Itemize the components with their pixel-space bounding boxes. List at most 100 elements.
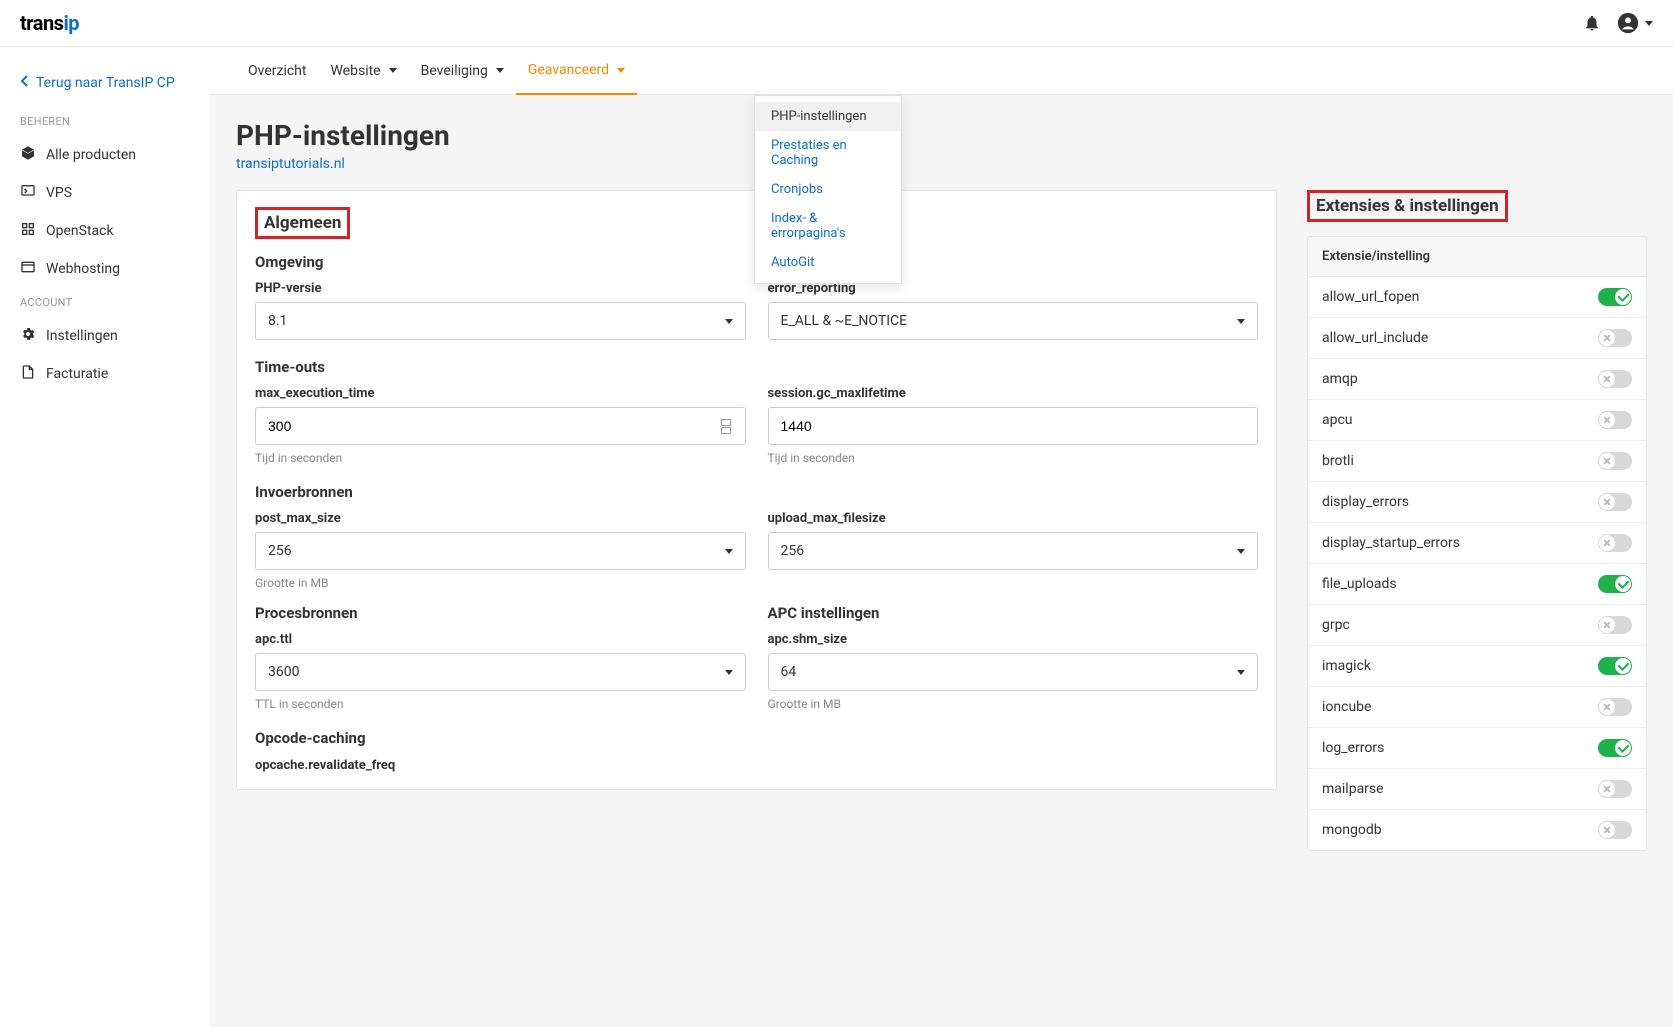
dropdown-item-prestaties[interactable]: Prestaties en Caching xyxy=(755,131,901,175)
label-opcache-revalidate: opcache.revalidate_freq xyxy=(255,758,395,773)
subsection-apc: APC instellingen xyxy=(768,604,1259,622)
sidebar-heading-account: ACCOUNT xyxy=(0,288,209,317)
box-icon xyxy=(20,145,36,165)
sidebar-item-facturatie[interactable]: Facturatie xyxy=(0,355,209,393)
content-row: Algemeen Omgeving PHP-versie 8.1 erro xyxy=(210,190,1673,877)
extension-toggle[interactable] xyxy=(1598,493,1632,511)
extensions-card: Extensie/instelling allow_url_fopenallow… xyxy=(1307,236,1647,851)
extension-toggle[interactable] xyxy=(1598,698,1632,716)
subsection-timeouts: Time-outs xyxy=(255,358,1258,376)
select-apc-ttl[interactable]: 3600 xyxy=(255,653,746,691)
extension-toggle[interactable] xyxy=(1598,370,1632,388)
extension-name: brotli xyxy=(1322,453,1354,469)
select-error-reporting[interactable]: E_ALL & ~E_NOTICE xyxy=(768,302,1259,340)
extension-name: apcu xyxy=(1322,412,1353,428)
extension-name: allow_url_fopen xyxy=(1322,289,1419,305)
extension-row: log_errors xyxy=(1308,728,1646,769)
tab-overzicht[interactable]: Overzicht xyxy=(236,47,318,94)
extension-row: display_errors xyxy=(1308,482,1646,523)
extension-toggle[interactable] xyxy=(1598,616,1632,634)
select-upload-max-filesize[interactable]: 256 xyxy=(768,532,1259,570)
sidebar-item-vps[interactable]: VPS xyxy=(0,174,209,212)
chevron-left-icon xyxy=(20,75,30,91)
select-post-max-size[interactable]: 256 xyxy=(255,532,746,570)
sidebar-item-label: Webhosting xyxy=(46,261,120,277)
extension-row: amqp xyxy=(1308,359,1646,400)
extension-toggle[interactable] xyxy=(1598,329,1632,347)
extension-name: amqp xyxy=(1322,371,1358,387)
input-max-execution-time-field[interactable] xyxy=(268,408,719,444)
extension-toggle[interactable] xyxy=(1598,780,1632,798)
x-icon xyxy=(1599,535,1615,551)
geavanceerd-dropdown: PHP-instellingen Prestaties en Caching C… xyxy=(754,95,902,284)
chevron-down-icon xyxy=(617,68,625,73)
logo[interactable]: transip xyxy=(20,11,79,35)
extension-toggle[interactable] xyxy=(1598,411,1632,429)
check-icon xyxy=(1615,658,1631,674)
extension-toggle[interactable] xyxy=(1598,575,1632,593)
number-stepper-icon[interactable] xyxy=(719,419,733,434)
sidebar-item-webhosting[interactable]: Webhosting xyxy=(0,250,209,288)
extension-name: grpc xyxy=(1322,617,1350,633)
input-max-execution-time[interactable] xyxy=(255,407,746,445)
label-php-versie: PHP-versie xyxy=(255,281,746,296)
page-heading-area: PHP-instellingen transiptutorials.nl xyxy=(210,95,1673,190)
back-link[interactable]: Terug naar TransIP CP xyxy=(0,67,209,107)
check-icon xyxy=(1615,576,1631,592)
select-value: 256 xyxy=(781,543,805,559)
x-icon xyxy=(1599,371,1615,387)
extension-toggle[interactable] xyxy=(1598,657,1632,675)
x-icon xyxy=(1599,494,1615,510)
sidebar-item-instellingen[interactable]: Instellingen xyxy=(0,317,209,355)
tab-geavanceerd[interactable]: Geavanceerd xyxy=(516,47,637,95)
extension-name: log_errors xyxy=(1322,740,1384,756)
user-menu[interactable] xyxy=(1617,12,1653,34)
input-session-gc[interactable] xyxy=(768,407,1259,445)
logo-text-2: ip xyxy=(63,11,79,35)
extension-toggle[interactable] xyxy=(1598,821,1632,839)
sidebar-item-label: VPS xyxy=(46,185,72,201)
x-icon xyxy=(1599,453,1615,469)
tab-nav: Overzicht Website Beveiliging Geavanceer… xyxy=(210,47,1673,95)
dropdown-item-cronjobs[interactable]: Cronjobs xyxy=(755,175,901,204)
tab-beveiliging[interactable]: Beveiliging xyxy=(409,47,516,94)
chevron-down-icon xyxy=(389,68,397,73)
gear-icon xyxy=(20,326,36,346)
input-session-gc-field[interactable] xyxy=(781,408,1246,444)
select-value: 3600 xyxy=(268,664,299,680)
dropdown-item-autogit[interactable]: AutoGit xyxy=(755,248,901,277)
extension-row: ioncube xyxy=(1308,687,1646,728)
sidebar-item-alle-producten[interactable]: Alle producten xyxy=(0,136,209,174)
chevron-down-icon xyxy=(496,68,504,73)
tab-website[interactable]: Website xyxy=(318,47,408,94)
right-column: Extensies & instellingen Extensie/instel… xyxy=(1307,190,1647,851)
check-icon xyxy=(1615,740,1631,756)
help-post-max-size: Grootte in MB xyxy=(255,576,746,590)
page-subtitle-link[interactable]: transiptutorials.nl xyxy=(236,156,345,172)
x-icon xyxy=(1599,617,1615,633)
logo-text-1: trans xyxy=(20,11,63,35)
select-value: E_ALL & ~E_NOTICE xyxy=(781,313,908,329)
general-heading: Algemeen xyxy=(255,207,350,239)
dropdown-item-index-error[interactable]: Index- & errorpagina's xyxy=(755,204,901,248)
stack-icon xyxy=(20,221,36,241)
extension-toggle[interactable] xyxy=(1598,739,1632,757)
page-title: PHP-instellingen xyxy=(236,119,1647,152)
chevron-down-icon xyxy=(1237,549,1245,554)
sidebar: Terug naar TransIP CP BEHEREN Alle produ… xyxy=(0,47,210,1027)
select-php-versie[interactable]: 8.1 xyxy=(255,302,746,340)
extension-row: apcu xyxy=(1308,400,1646,441)
extension-toggle[interactable] xyxy=(1598,452,1632,470)
dropdown-item-php-instellingen[interactable]: PHP-instellingen xyxy=(755,102,901,131)
extension-toggle[interactable] xyxy=(1598,288,1632,306)
extension-toggle[interactable] xyxy=(1598,534,1632,552)
tab-label: Geavanceerd xyxy=(528,62,609,78)
tab-label: Overzicht xyxy=(248,63,306,79)
bell-icon[interactable] xyxy=(1583,14,1601,32)
label-session-gc: session.gc_maxlifetime xyxy=(768,386,1259,401)
sidebar-item-openstack[interactable]: OpenStack xyxy=(0,212,209,250)
select-apc-shm-size[interactable]: 64 xyxy=(768,653,1259,691)
extension-row: mailparse xyxy=(1308,769,1646,810)
terminal-icon xyxy=(20,183,36,203)
chevron-down-icon xyxy=(1237,670,1245,675)
